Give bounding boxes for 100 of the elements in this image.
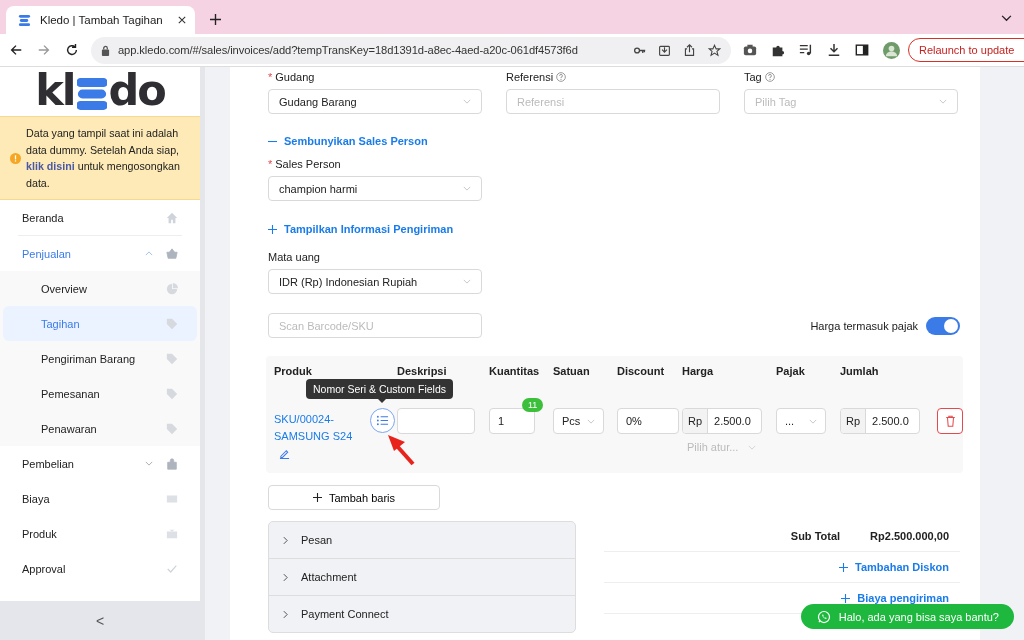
camera-icon[interactable] bbox=[743, 43, 757, 57]
media-icon[interactable] bbox=[799, 43, 813, 57]
chevron-right-icon bbox=[283, 535, 288, 545]
field-label: * Gudang bbox=[268, 70, 315, 85]
submenu-item[interactable]: Penawaran bbox=[0, 411, 200, 446]
barcode-field[interactable]: Scan Barcode/SKU bbox=[268, 313, 482, 338]
browser-tab[interactable]: Kledo | Tambah Tagihan bbox=[6, 6, 195, 34]
share-icon[interactable] bbox=[683, 43, 696, 57]
plus-icon bbox=[268, 224, 277, 234]
tax-select[interactable]: ... bbox=[776, 408, 826, 434]
tax-inclusive-label: Harga termasuk pajak bbox=[810, 319, 918, 332]
plus-icon bbox=[839, 562, 849, 572]
serial-number-button[interactable] bbox=[370, 408, 395, 433]
column-header: Jumlah bbox=[840, 365, 880, 379]
tax-inclusive-switch[interactable] bbox=[926, 316, 960, 335]
chevron-up-icon bbox=[145, 251, 153, 256]
home-icon bbox=[166, 211, 178, 224]
menu-item[interactable]: Biaya bbox=[0, 481, 200, 516]
chevron-down-icon bbox=[939, 99, 947, 104]
submenu-item[interactable]: Pemesanan bbox=[0, 376, 200, 411]
tooltip: Nomor Seri & Custom Fields bbox=[306, 379, 454, 399]
puzzle-icon[interactable] bbox=[771, 43, 785, 57]
chevron-right-icon bbox=[283, 609, 288, 619]
add-cost-link[interactable]: Biaya pengiriman bbox=[841, 592, 949, 604]
reference-field[interactable]: Referensi bbox=[506, 89, 720, 114]
clear-data-link[interactable]: klik disini bbox=[26, 160, 75, 172]
address-bar[interactable]: app.kledo.com/#/sales/invoices/add?tempTransKey=18d1391d-a8ec-4aed-a20c-061df4573f6d bbox=[91, 36, 731, 64]
basket-icon bbox=[166, 247, 178, 260]
back-icon[interactable] bbox=[9, 43, 23, 57]
delete-button[interactable] bbox=[937, 408, 963, 434]
download-icon[interactable] bbox=[827, 43, 841, 57]
lock-icon bbox=[101, 44, 110, 56]
sales-person-select[interactable]: champion harmi bbox=[268, 176, 482, 201]
menu-item[interactable]: Approval bbox=[0, 551, 200, 586]
edit-icon[interactable] bbox=[279, 448, 290, 459]
star-icon[interactable] bbox=[708, 43, 721, 57]
forward-icon[interactable] bbox=[37, 43, 51, 57]
quantity-field[interactable]: 1 bbox=[489, 408, 535, 434]
avatar-icon[interactable] bbox=[883, 41, 900, 59]
collapse-panel[interactable]: Pesan bbox=[269, 522, 575, 559]
trash-icon bbox=[944, 415, 956, 427]
collapse-panel[interactable]: Attachment bbox=[269, 559, 575, 596]
price-field[interactable]: Rp 2.500.0 bbox=[682, 408, 762, 434]
add-row-button[interactable]: Tambah baris bbox=[268, 485, 440, 510]
logo-icon bbox=[18, 13, 31, 27]
menu-item[interactable]: Produk bbox=[0, 516, 200, 551]
install-icon[interactable] bbox=[658, 43, 671, 57]
amount-field[interactable]: Rp 2.500.0 bbox=[840, 408, 920, 434]
url-text: app.kledo.com/#/sales/invoices/add?tempTransKey=18d1391d-a8ec-4aed-a20c-061df4573f6d bbox=[118, 44, 579, 56]
submenu-item[interactable]: Pengiriman Barang bbox=[0, 341, 200, 376]
collapse-sidebar-button[interactable]: < bbox=[95, 612, 105, 629]
warehouse-select[interactable]: Gudang Barang bbox=[268, 89, 482, 114]
submenu-item[interactable]: Tagihan bbox=[3, 306, 197, 341]
bag-icon bbox=[166, 457, 178, 470]
tag-icon bbox=[166, 387, 178, 400]
subtotal-label: Sub Total bbox=[790, 530, 841, 542]
show-shipping-link[interactable]: Tampilkan Informasi Pengiriman bbox=[268, 222, 454, 236]
currency-select[interactable]: IDR (Rp) Indonesian Rupiah bbox=[268, 269, 482, 294]
chevron-down-icon bbox=[809, 418, 817, 424]
chevron-down-icon bbox=[463, 99, 471, 104]
menu-item[interactable]: Beranda bbox=[18, 200, 182, 236]
plus-icon bbox=[841, 593, 851, 603]
chevron-down-icon[interactable] bbox=[1001, 15, 1012, 22]
phone-bubble-icon bbox=[816, 609, 831, 624]
field-label: Tag bbox=[744, 71, 762, 83]
list-icon bbox=[376, 414, 389, 427]
chevron-down-icon bbox=[463, 186, 471, 191]
box-icon bbox=[166, 527, 178, 540]
discount-field[interactable]: 0% bbox=[617, 408, 679, 434]
description-field[interactable] bbox=[397, 408, 475, 434]
help-icon[interactable] bbox=[764, 72, 775, 82]
subtotal-value: Rp2.500.000,00 bbox=[870, 530, 949, 542]
field-label: * Sales Person bbox=[268, 157, 341, 172]
hide-sales-person-link[interactable]: Sembunyikan Sales Person bbox=[268, 134, 428, 148]
collapse-panel[interactable]: Payment Connect bbox=[269, 596, 575, 632]
column-header: Kuantitas bbox=[489, 365, 541, 379]
relaunch-button[interactable]: Relaunch to update bbox=[908, 38, 1024, 62]
column-header: Satuan bbox=[553, 365, 591, 379]
column-header: Produk bbox=[274, 365, 313, 379]
close-icon[interactable] bbox=[178, 16, 186, 24]
chevron-down-icon bbox=[463, 279, 471, 284]
field-label: Mata uang bbox=[268, 250, 320, 265]
help-icon[interactable] bbox=[556, 72, 567, 82]
field-label: Referensi bbox=[506, 71, 554, 83]
reload-icon[interactable] bbox=[65, 43, 79, 57]
plus-icon[interactable] bbox=[210, 14, 221, 25]
column-header: Deskripsi bbox=[397, 365, 448, 379]
pointer-arrow-drawing bbox=[386, 432, 416, 466]
column-header: Harga bbox=[682, 365, 715, 379]
product-link[interactable]: SKU/00024-SAMSUNG S24 bbox=[274, 411, 354, 445]
submenu-item[interactable]: Overview bbox=[0, 271, 200, 306]
add-cost-link[interactable]: Tambahan Diskon bbox=[839, 561, 949, 573]
menu-item[interactable]: Penjualan bbox=[0, 236, 200, 271]
tag-icon bbox=[166, 352, 178, 365]
plus-icon bbox=[312, 493, 322, 502]
unit-select[interactable]: Pcs bbox=[553, 408, 604, 434]
sidebar-icon[interactable] bbox=[855, 43, 869, 57]
menu-item[interactable]: Pembelian bbox=[0, 446, 200, 481]
chevron-down-icon bbox=[145, 461, 153, 466]
tag-icon bbox=[166, 317, 178, 330]
